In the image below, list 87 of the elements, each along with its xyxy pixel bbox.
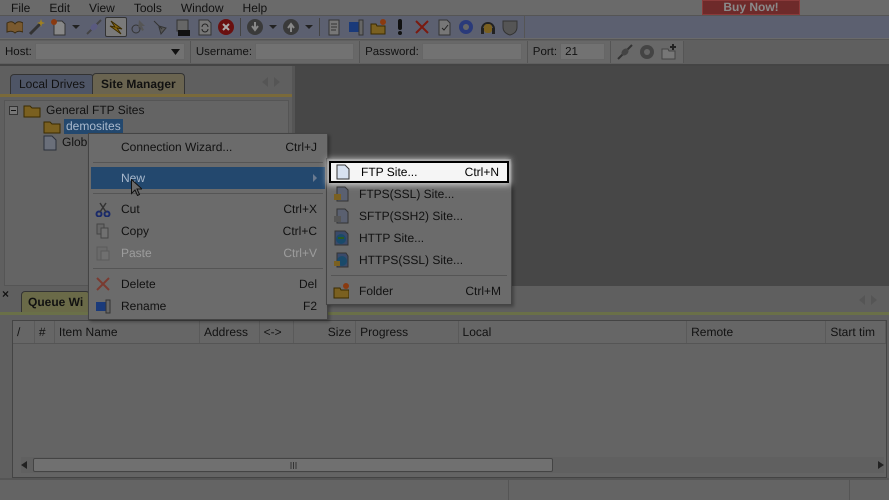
column-header[interactable]: Progress — [356, 321, 459, 344]
copy-icon — [95, 223, 111, 239]
menu-item[interactable]: Tools — [122, 0, 170, 14]
shortcut-text: Ctrl+J — [284, 140, 317, 154]
folder-plus-icon[interactable] — [661, 44, 678, 60]
dropdown-caret-icon — [170, 48, 180, 55]
rename-icon — [95, 298, 111, 314]
menu-item[interactable]: Edit — [38, 0, 78, 14]
collapse-toggle[interactable] — [9, 106, 20, 116]
locked-document-icon — [333, 186, 349, 202]
shortcut-text: Ctrl+M — [464, 284, 501, 298]
caret-icon — [305, 25, 313, 30]
shortcut-text: F2 — [302, 299, 317, 313]
toolbar-button[interactable] — [244, 17, 266, 38]
column-header[interactable]: # — [34, 321, 55, 344]
delete-icon — [413, 18, 431, 36]
delete-icon — [95, 276, 111, 292]
scrollbar-thumb[interactable] — [33, 458, 553, 472]
menu-item[interactable]: HTTP Site... — [329, 227, 509, 249]
host-label: Host: — [5, 46, 32, 58]
caret-icon — [269, 25, 277, 30]
plug-icon — [85, 18, 103, 36]
minus-icon — [9, 106, 18, 116]
column-header[interactable]: Address — [200, 321, 260, 344]
tree-item[interactable]: demosites — [64, 119, 123, 134]
plug-icon[interactable] — [617, 44, 634, 60]
panel-tab[interactable]: Site Manager — [92, 72, 185, 94]
menu-item[interactable]: Rename F2 — [91, 295, 325, 317]
shortcut-text: Del — [298, 277, 317, 291]
shortcut-text: Ctrl+X — [282, 202, 317, 216]
buy-now-button[interactable]: Buy Now! — [702, 0, 800, 15]
toolbar-button[interactable] — [215, 17, 237, 38]
menu-item[interactable]: Window — [170, 0, 232, 14]
scroll-left-icon[interactable] — [21, 461, 27, 470]
globe-document-icon — [333, 230, 349, 246]
port-label: Port: — [532, 46, 558, 58]
download-icon — [246, 18, 264, 36]
port-field[interactable]: 21 — [560, 43, 606, 60]
toolbar-button[interactable] — [280, 17, 302, 38]
stop-icon — [217, 18, 235, 36]
submenu-arrow-icon — [313, 174, 317, 182]
gear-icon[interactable] — [639, 44, 656, 60]
column-header[interactable]: / — [13, 321, 35, 344]
column-header[interactable]: Remote — [687, 321, 826, 344]
tree-item[interactable]: Glob — [60, 135, 90, 150]
menu-item[interactable]: FTPS(SSL) Site... — [329, 183, 509, 205]
column-header[interactable]: <-> — [260, 321, 294, 344]
menu-item[interactable]: Delete Del — [91, 273, 325, 295]
toolbar-button[interactable] — [105, 17, 127, 38]
column-header[interactable]: Start tim — [826, 321, 886, 344]
menu-item[interactable]: Copy Ctrl+C — [91, 220, 325, 242]
menu-item[interactable]: File — [0, 0, 38, 14]
password-label: Password: — [365, 46, 419, 58]
menu-item[interactable]: Cut Ctrl+X — [91, 198, 325, 220]
book-icon — [5, 18, 23, 36]
menu-item[interactable]: Connection Wizard... Ctrl+J — [91, 136, 325, 158]
folder-icon — [43, 120, 61, 134]
new-document-icon — [49, 18, 67, 36]
folder-icon — [23, 104, 41, 118]
locked-document-icon — [333, 208, 349, 224]
panel-tab[interactable]: Queue Wi — [21, 291, 90, 312]
shortcut-text: Ctrl+C — [282, 224, 317, 238]
scroll-right-icon[interactable] — [878, 461, 884, 470]
close-panel-button[interactable]: × — [2, 287, 10, 302]
menu-item[interactable]: View — [78, 0, 123, 14]
panel-tab[interactable]: Local Drives — [10, 74, 94, 94]
globe-document-icon — [333, 252, 349, 268]
menu-item[interactable]: SFTP(SSH2) Site... — [329, 205, 509, 227]
exclamation-icon — [398, 19, 402, 36]
username-label: Username: — [196, 46, 252, 58]
magic-wand-icon — [27, 18, 45, 36]
scissors-icon — [95, 201, 111, 217]
column-header[interactable]: Local — [458, 321, 688, 344]
menu-item[interactable]: FTP Site... Ctrl+N — [329, 161, 509, 183]
tree-item[interactable]: General FTP Sites — [44, 103, 146, 118]
menu-item[interactable]: Folder Ctrl+M — [329, 280, 509, 302]
shortcut-text: Ctrl+N — [464, 165, 499, 179]
caret-icon — [72, 25, 80, 30]
column-header[interactable]: Item Name — [54, 321, 200, 344]
menu-item[interactable]: Help — [232, 0, 276, 14]
lightning-icon — [107, 18, 125, 36]
menu-item[interactable]: HTTPS(SSL) Site... — [329, 249, 509, 271]
grip-icon — [290, 462, 296, 469]
folder-star-icon — [333, 283, 349, 299]
column-header[interactable]: Size — [294, 321, 356, 344]
upload-icon — [282, 18, 300, 36]
folder-star-icon — [369, 18, 387, 36]
